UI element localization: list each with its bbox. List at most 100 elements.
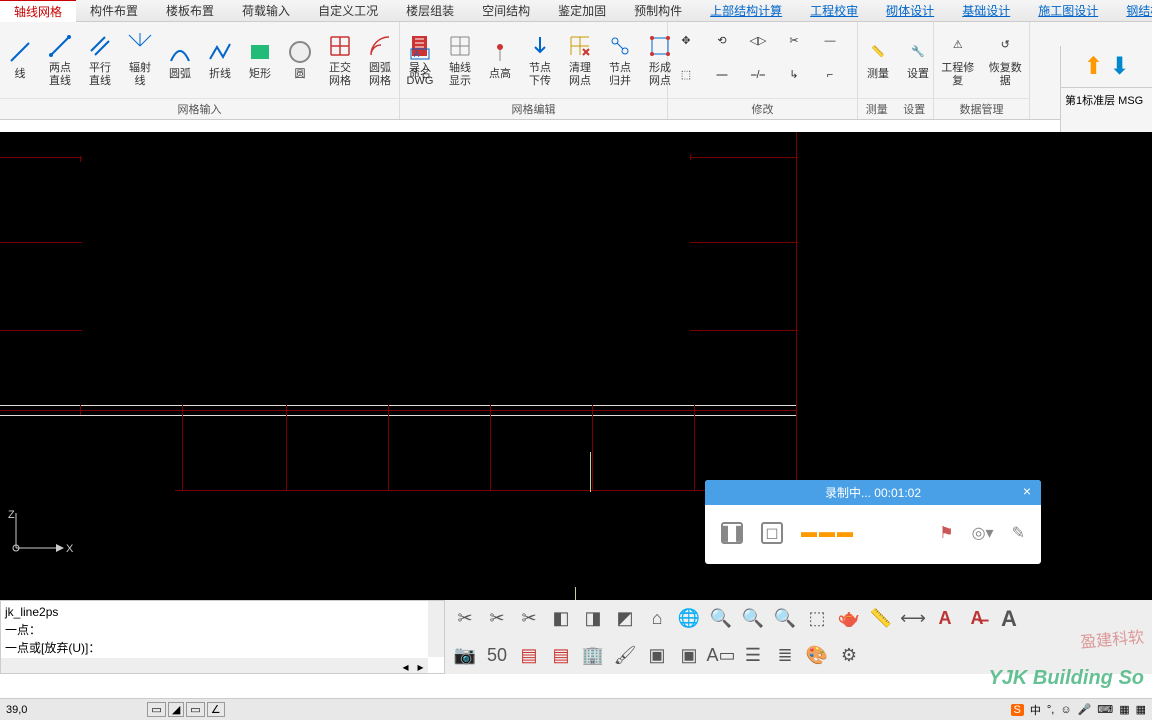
btn-arc[interactable]: 圆弧 [160, 22, 200, 98]
btn-trim[interactable]: ✂ [776, 26, 812, 60]
btn-line[interactable]: 线 [0, 22, 40, 98]
btn-rotate[interactable]: ⟲ [704, 26, 740, 60]
tool-cut[interactable]: ✂ [451, 605, 479, 633]
tool-cube3[interactable]: ◩ [611, 605, 639, 633]
tab-component[interactable]: 构件布置 [76, 0, 152, 21]
tool-pdf[interactable]: ▤ [515, 642, 543, 670]
tab-load[interactable]: 荷载输入 [228, 0, 304, 21]
ime-apps[interactable]: ▦ [1136, 703, 1146, 716]
ime-face[interactable]: ☺ [1060, 704, 1071, 716]
tab-custom[interactable]: 自定义工况 [304, 0, 392, 21]
btn-extend[interactable]: — [812, 26, 848, 60]
layer-label[interactable]: 第1标准层 MSG [1061, 87, 1152, 112]
btn-break[interactable]: ⎯⎯ [704, 60, 740, 94]
btn-repair[interactable]: ⚠工程修复 [934, 22, 982, 98]
tool-dwg[interactable]: ▤ [547, 642, 575, 670]
recorder-close[interactable]: × [1023, 483, 1031, 499]
btn-clean[interactable]: 清理网点 [560, 22, 600, 98]
btn-circle[interactable]: 圆 [280, 22, 320, 98]
tool-cube2[interactable]: ◨ [579, 605, 607, 633]
nav-up-icon[interactable]: ⬆ [1083, 52, 1103, 81]
scroll-left[interactable]: ◂ [398, 658, 413, 673]
tab-slab[interactable]: 楼板布置 [152, 0, 228, 21]
tab-space[interactable]: 空间结构 [468, 0, 544, 21]
link-drawing[interactable]: 施工图设计 [1024, 0, 1112, 21]
btn-node-down[interactable]: 节点下传 [520, 22, 560, 98]
btn-restore[interactable]: ↺恢复数据 [982, 22, 1030, 98]
btn-2pt-line[interactable]: 两点直线 [40, 22, 80, 98]
recorder-pause[interactable]: ❚❚ [721, 522, 743, 544]
tool-teapot[interactable]: 🫖 [835, 605, 863, 633]
tool-palette[interactable]: 🎨 [803, 642, 831, 670]
tool-pan[interactable]: ⬚ [803, 605, 831, 633]
btn-select[interactable]: ⬚ [668, 60, 704, 94]
tool-dim[interactable]: ⟷ [899, 605, 927, 633]
ime-kbd[interactable]: ⌨ [1097, 703, 1113, 716]
btn-parallel[interactable]: 平行直线 [80, 22, 120, 98]
tool-globe[interactable]: 🌐 [675, 605, 703, 633]
osnap-2[interactable]: ◢ [168, 702, 184, 717]
btn-arc-grid[interactable]: 圆弧网格 [360, 22, 400, 98]
tool-text-a[interactable]: A [931, 605, 959, 633]
btn-rect[interactable]: 矩形 [240, 22, 280, 98]
tool-zoomwin[interactable]: 🔍 [771, 605, 799, 633]
btn-pt-height[interactable]: 点高 [480, 22, 520, 98]
link-check[interactable]: 工程校审 [796, 0, 872, 21]
link-masonry[interactable]: 砌体设计 [872, 0, 948, 21]
command-log[interactable]: jk_line2ps 一点： 一点或[放弃(U)]： 一点或[放弃(U)]： ◂… [0, 600, 445, 674]
tab-precast[interactable]: 预制构件 [620, 0, 696, 21]
osnap-4[interactable]: ∠ [207, 702, 225, 717]
link-steel[interactable]: 钢结构 [1112, 0, 1152, 21]
ime-lang[interactable]: 中 [1030, 702, 1041, 718]
tool-textbox[interactable]: A▭ [707, 642, 735, 670]
btn-measure[interactable]: 📏测量 [858, 22, 898, 98]
ime-grid[interactable]: ▦ [1119, 703, 1129, 716]
link-foundation[interactable]: 基础设计 [948, 0, 1024, 21]
btn-axis-show[interactable]: 轴线显示 [440, 22, 480, 98]
btn-polyline[interactable]: 折线 [200, 22, 240, 98]
recorder-marker[interactable]: ◎▾ [972, 523, 994, 543]
btn-merge[interactable]: 节点归并 [600, 22, 640, 98]
ime-icon[interactable]: S [1011, 704, 1024, 716]
tool-zoomin[interactable]: 🔍 [707, 605, 735, 633]
tool-zoomout[interactable]: 🔍 [739, 605, 767, 633]
tab-floor[interactable]: 楼层组装 [392, 0, 468, 21]
tool-camera[interactable]: 📷 [451, 642, 479, 670]
btn-fillet[interactable]: ⌐ [812, 60, 848, 94]
btn-ortho-grid[interactable]: 正交网格 [320, 22, 360, 98]
tab-grid[interactable]: 轴线网格 [0, 0, 76, 22]
link-upper[interactable]: 上部结构计算 [696, 0, 796, 21]
btn-radial[interactable]: 辐射线 [120, 22, 160, 98]
scroll-right[interactable]: ▸ [413, 658, 428, 673]
tool-win1[interactable]: ▣ [643, 642, 671, 670]
tool-win2[interactable]: ▣ [675, 642, 703, 670]
osnap-1[interactable]: ▭ [147, 702, 165, 717]
tool-gear[interactable]: ⚙ [835, 642, 863, 670]
btn-join[interactable]: ⎯/⎯ [740, 60, 776, 94]
tool-text-ah[interactable]: A̶ [963, 605, 991, 633]
cmd-scrollbar[interactable] [428, 601, 444, 657]
btn-settings[interactable]: 🔧设置 [898, 22, 938, 98]
tool-build[interactable]: 🏢 [579, 642, 607, 670]
btn-offset[interactable]: ↳ [776, 60, 812, 94]
tool-ruler[interactable]: 📏 [867, 605, 895, 633]
tool-text-big[interactable]: A [995, 605, 1023, 633]
ime-punct[interactable]: °, [1047, 704, 1054, 716]
nav-down-icon[interactable]: ⬇ [1110, 52, 1130, 81]
btn-mirror[interactable]: ◁▷ [740, 26, 776, 60]
btn-naming[interactable]: A命名 [400, 22, 440, 98]
recorder-edit[interactable]: ✎ [1012, 523, 1025, 543]
tool-brush[interactable]: 🖌 [611, 642, 639, 670]
tool-list[interactable]: ☰ [739, 642, 767, 670]
tool-50[interactable]: 50 [483, 642, 511, 670]
tool-layers[interactable]: ≣ [771, 642, 799, 670]
recorder-stop[interactable]: ◻ [761, 522, 783, 544]
tool-cube1[interactable]: ◧ [547, 605, 575, 633]
tool-copy[interactable]: ✂ [483, 605, 511, 633]
tab-reinforce[interactable]: 鉴定加固 [544, 0, 620, 21]
osnap-3[interactable]: ▭ [186, 702, 204, 717]
tool-home[interactable]: ⌂ [643, 605, 671, 633]
btn-move[interactable]: ✥ [668, 26, 704, 60]
recorder-flag[interactable]: ⚑ [939, 523, 953, 543]
tool-paste[interactable]: ✂ [515, 605, 543, 633]
